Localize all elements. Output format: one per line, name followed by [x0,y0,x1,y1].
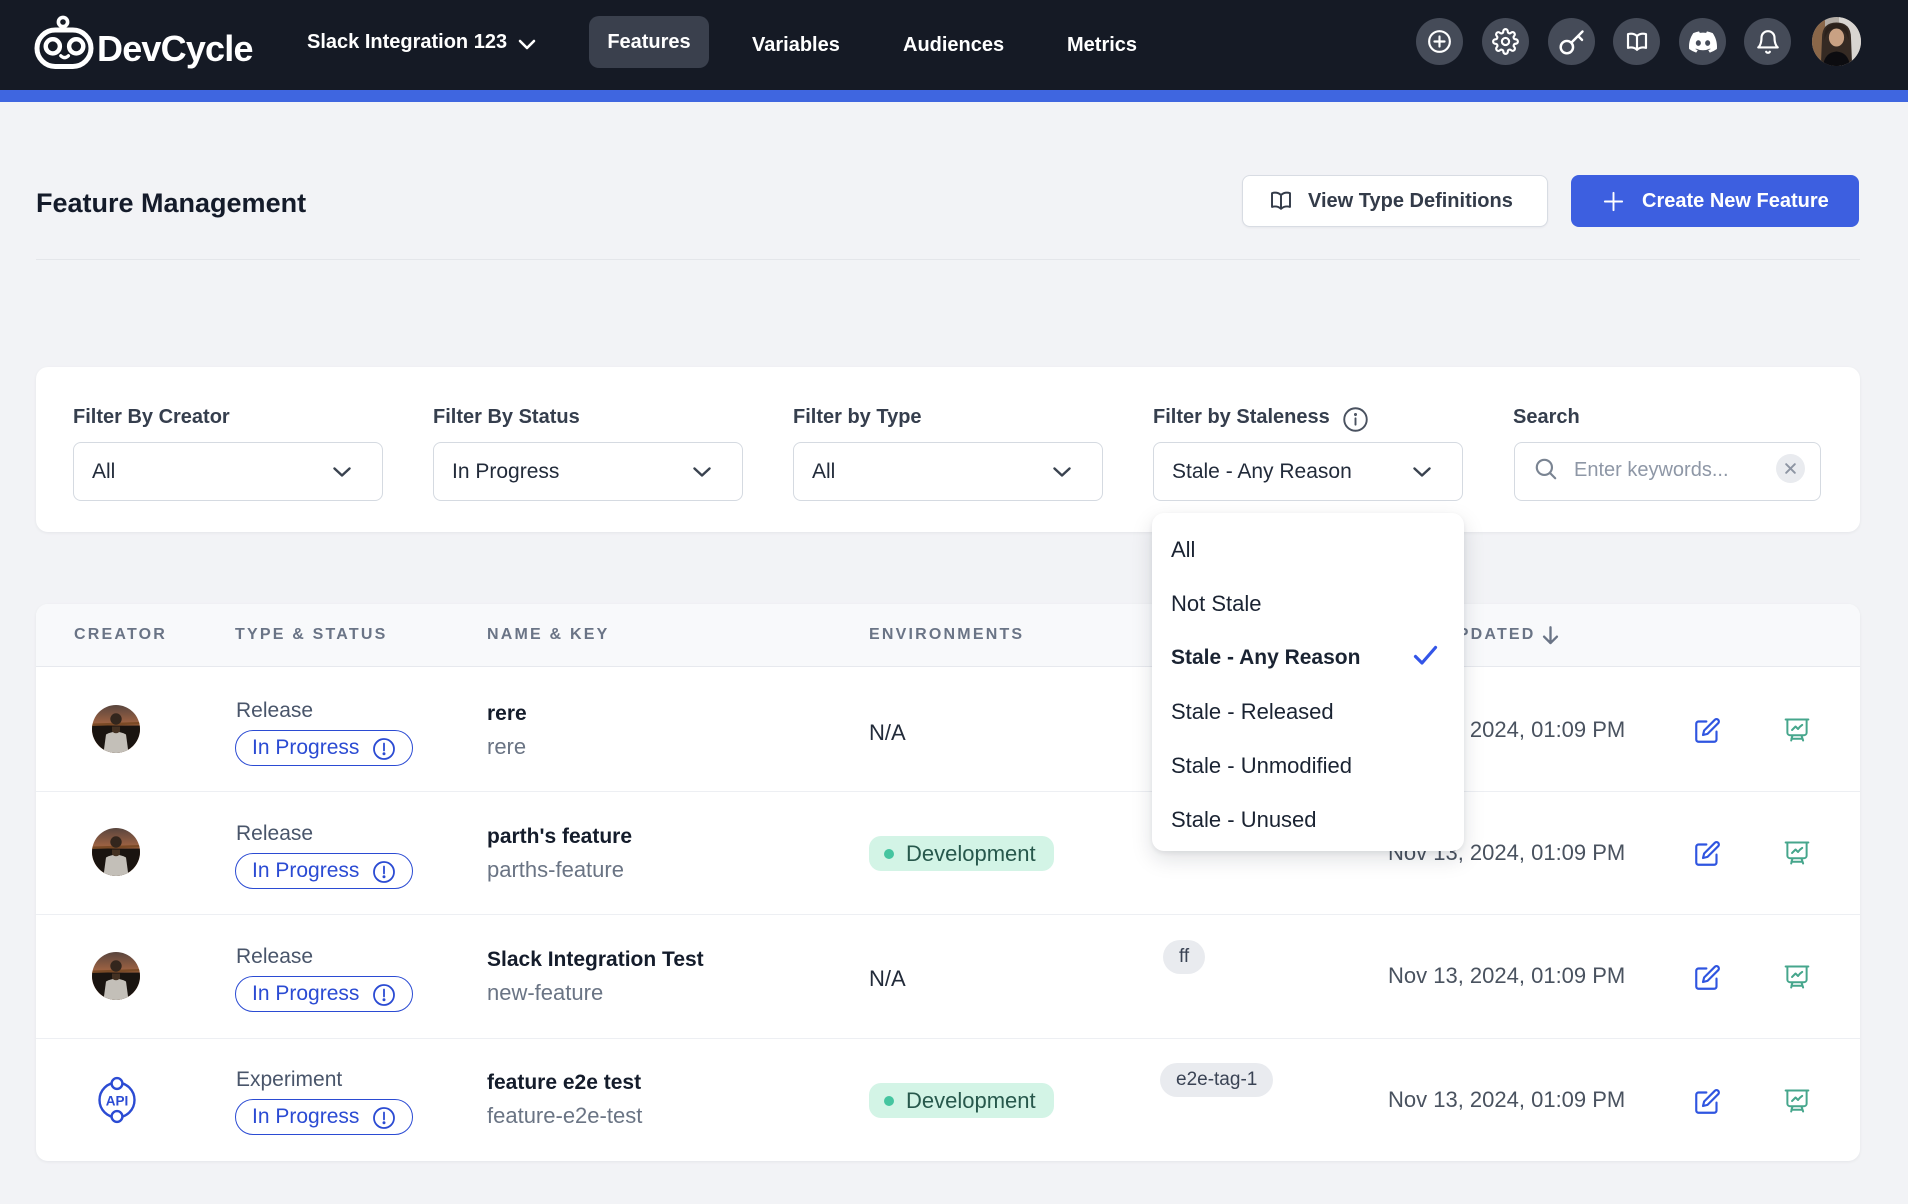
svg-text:API: API [106,1094,129,1109]
